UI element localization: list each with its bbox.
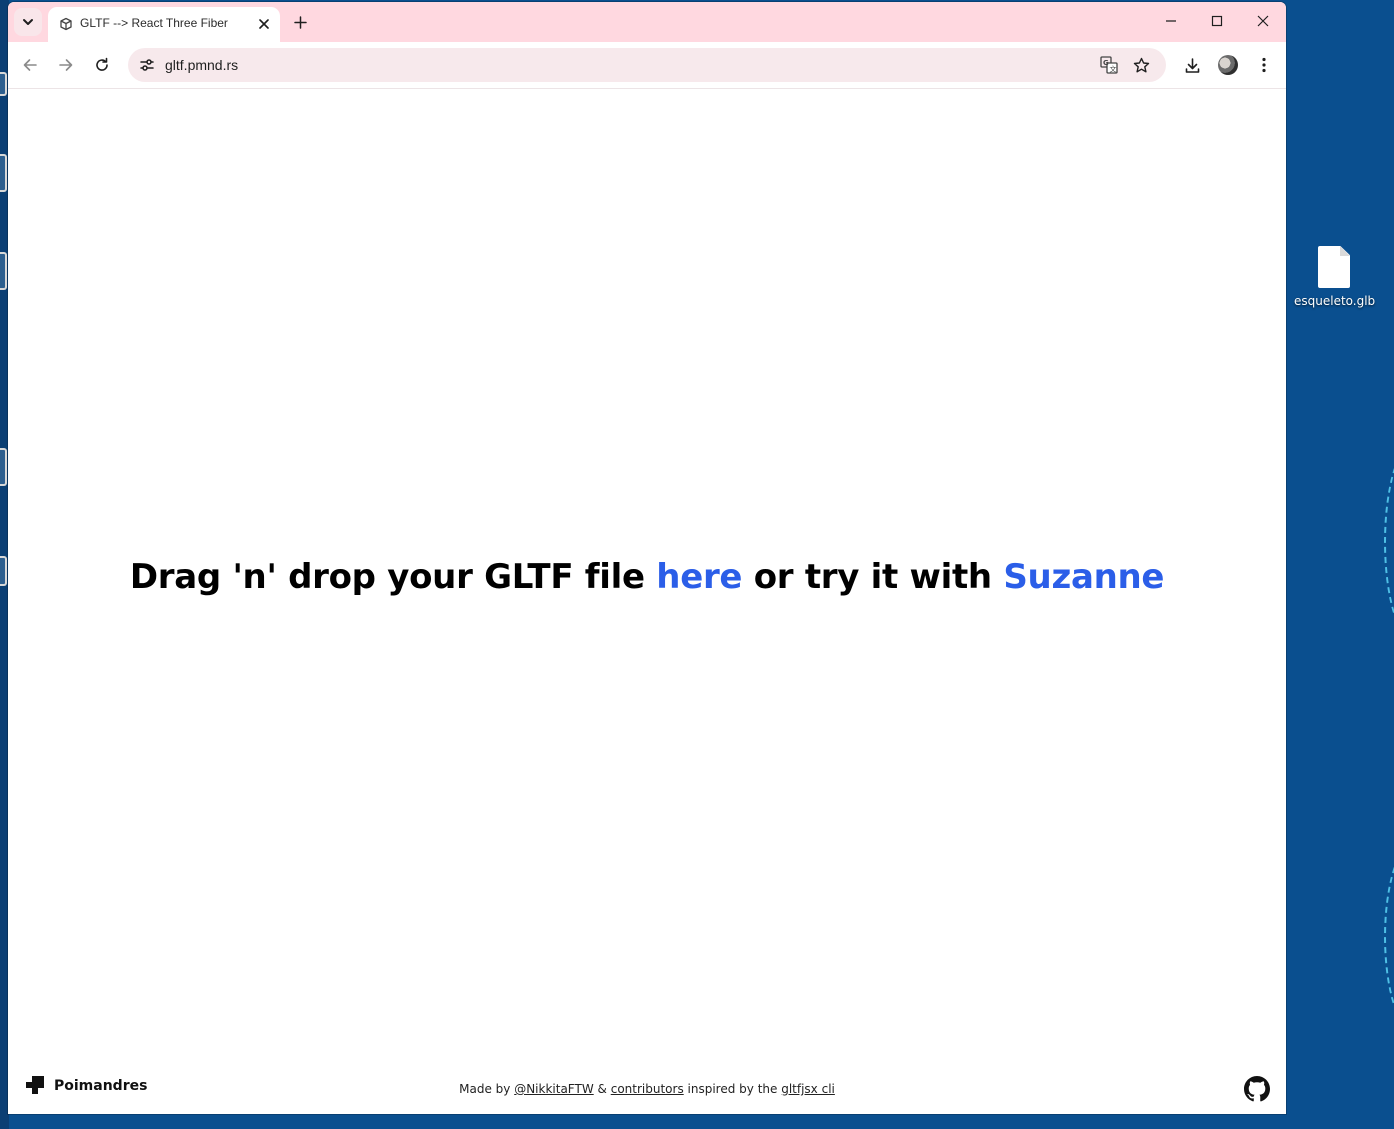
gltfjsx-cli-link[interactable]: gltfjsx cli	[781, 1082, 835, 1096]
arrow-left-icon	[23, 59, 37, 71]
desktop-file-label: esqueleto.glb	[1294, 294, 1376, 308]
desktop-icon-partial	[0, 154, 7, 192]
translate-icon: G 文	[1100, 56, 1118, 74]
footer-credits: Made by @NikkitaFTW & contributors inspi…	[8, 1082, 1286, 1096]
made-by-text: Made by	[459, 1082, 511, 1096]
contributors-link[interactable]: contributors	[611, 1082, 684, 1096]
file-icon	[1318, 246, 1350, 288]
menu-button[interactable]	[1250, 51, 1278, 79]
suzanne-link[interactable]: Suzanne	[1003, 557, 1164, 597]
more-vertical-icon	[1262, 57, 1266, 73]
ampersand-text: &	[597, 1082, 607, 1096]
minimize-icon	[1166, 20, 1176, 22]
forward-button[interactable]	[52, 51, 80, 79]
plus-icon	[293, 15, 307, 29]
tab-strip: GLTF --> React Three Fiber	[8, 2, 1286, 42]
desktop-icon-partial	[0, 252, 7, 290]
desktop-icon-partial	[0, 448, 7, 486]
svg-text:G: G	[1103, 59, 1109, 67]
tab-title: GLTF --> React Three Fiber	[80, 16, 228, 30]
downloads-button[interactable]	[1178, 51, 1206, 79]
avatar	[1218, 55, 1238, 75]
bookmark-button[interactable]	[1128, 52, 1154, 78]
arrow-right-icon	[59, 59, 73, 71]
desktop-file-esqueleto[interactable]: esqueleto.glb	[1294, 246, 1376, 308]
tab-close-button[interactable]	[254, 14, 274, 34]
address-bar[interactable]: gltf.pmnd.rs G 文	[128, 48, 1166, 82]
tab-active[interactable]: GLTF --> React Three Fiber	[48, 7, 280, 42]
desktop-icon-partial	[0, 556, 7, 586]
close-icon	[259, 19, 269, 29]
author-link[interactable]: @NikkitaFTW	[514, 1082, 594, 1096]
cube-favicon-icon	[60, 17, 72, 31]
close-icon	[1257, 15, 1269, 27]
maximize-icon	[1211, 15, 1223, 27]
site-info-button[interactable]	[134, 52, 160, 78]
chevron-down-icon	[23, 19, 33, 25]
tune-icon	[140, 59, 154, 71]
profile-button[interactable]	[1214, 51, 1242, 79]
page-content: Drag 'n' drop your GLTF file here or try…	[8, 89, 1286, 1114]
star-icon	[1133, 57, 1149, 72]
drop-zone-headline: Drag 'n' drop your GLTF file here or try…	[8, 557, 1286, 597]
browser-toolbar: gltf.pmnd.rs G 文	[8, 42, 1286, 89]
tab-search-button[interactable]	[14, 8, 42, 36]
maximize-button[interactable]	[1194, 2, 1240, 40]
minimize-button[interactable]	[1148, 2, 1194, 40]
download-icon	[1185, 57, 1199, 73]
desktop-wallpaper-swirl	[1384, 440, 1394, 644]
svg-text:文: 文	[1110, 65, 1117, 74]
github-icon[interactable]	[1244, 1076, 1270, 1102]
url-text[interactable]: gltf.pmnd.rs	[165, 57, 238, 73]
reload-icon	[96, 57, 108, 71]
browser-window: GLTF --> React Three Fiber gltf.pmnd.rs …	[8, 2, 1286, 1114]
footer: Poimandres Made by @NikkitaFTW & contrib…	[8, 1064, 1286, 1114]
headline-middle: or try it with	[753, 557, 992, 597]
translate-button[interactable]: G 文	[1096, 52, 1122, 78]
here-link[interactable]: here	[656, 557, 742, 597]
back-button[interactable]	[16, 51, 44, 79]
desktop-icon-partial	[0, 72, 7, 96]
reload-button[interactable]	[88, 51, 116, 79]
headline-prefix: Drag 'n' drop your GLTF file	[129, 557, 645, 597]
desktop-wallpaper-swirl	[1384, 840, 1394, 1034]
inspired-text: inspired by the	[687, 1082, 778, 1096]
new-tab-button[interactable]	[288, 10, 312, 34]
close-window-button[interactable]	[1240, 2, 1286, 40]
